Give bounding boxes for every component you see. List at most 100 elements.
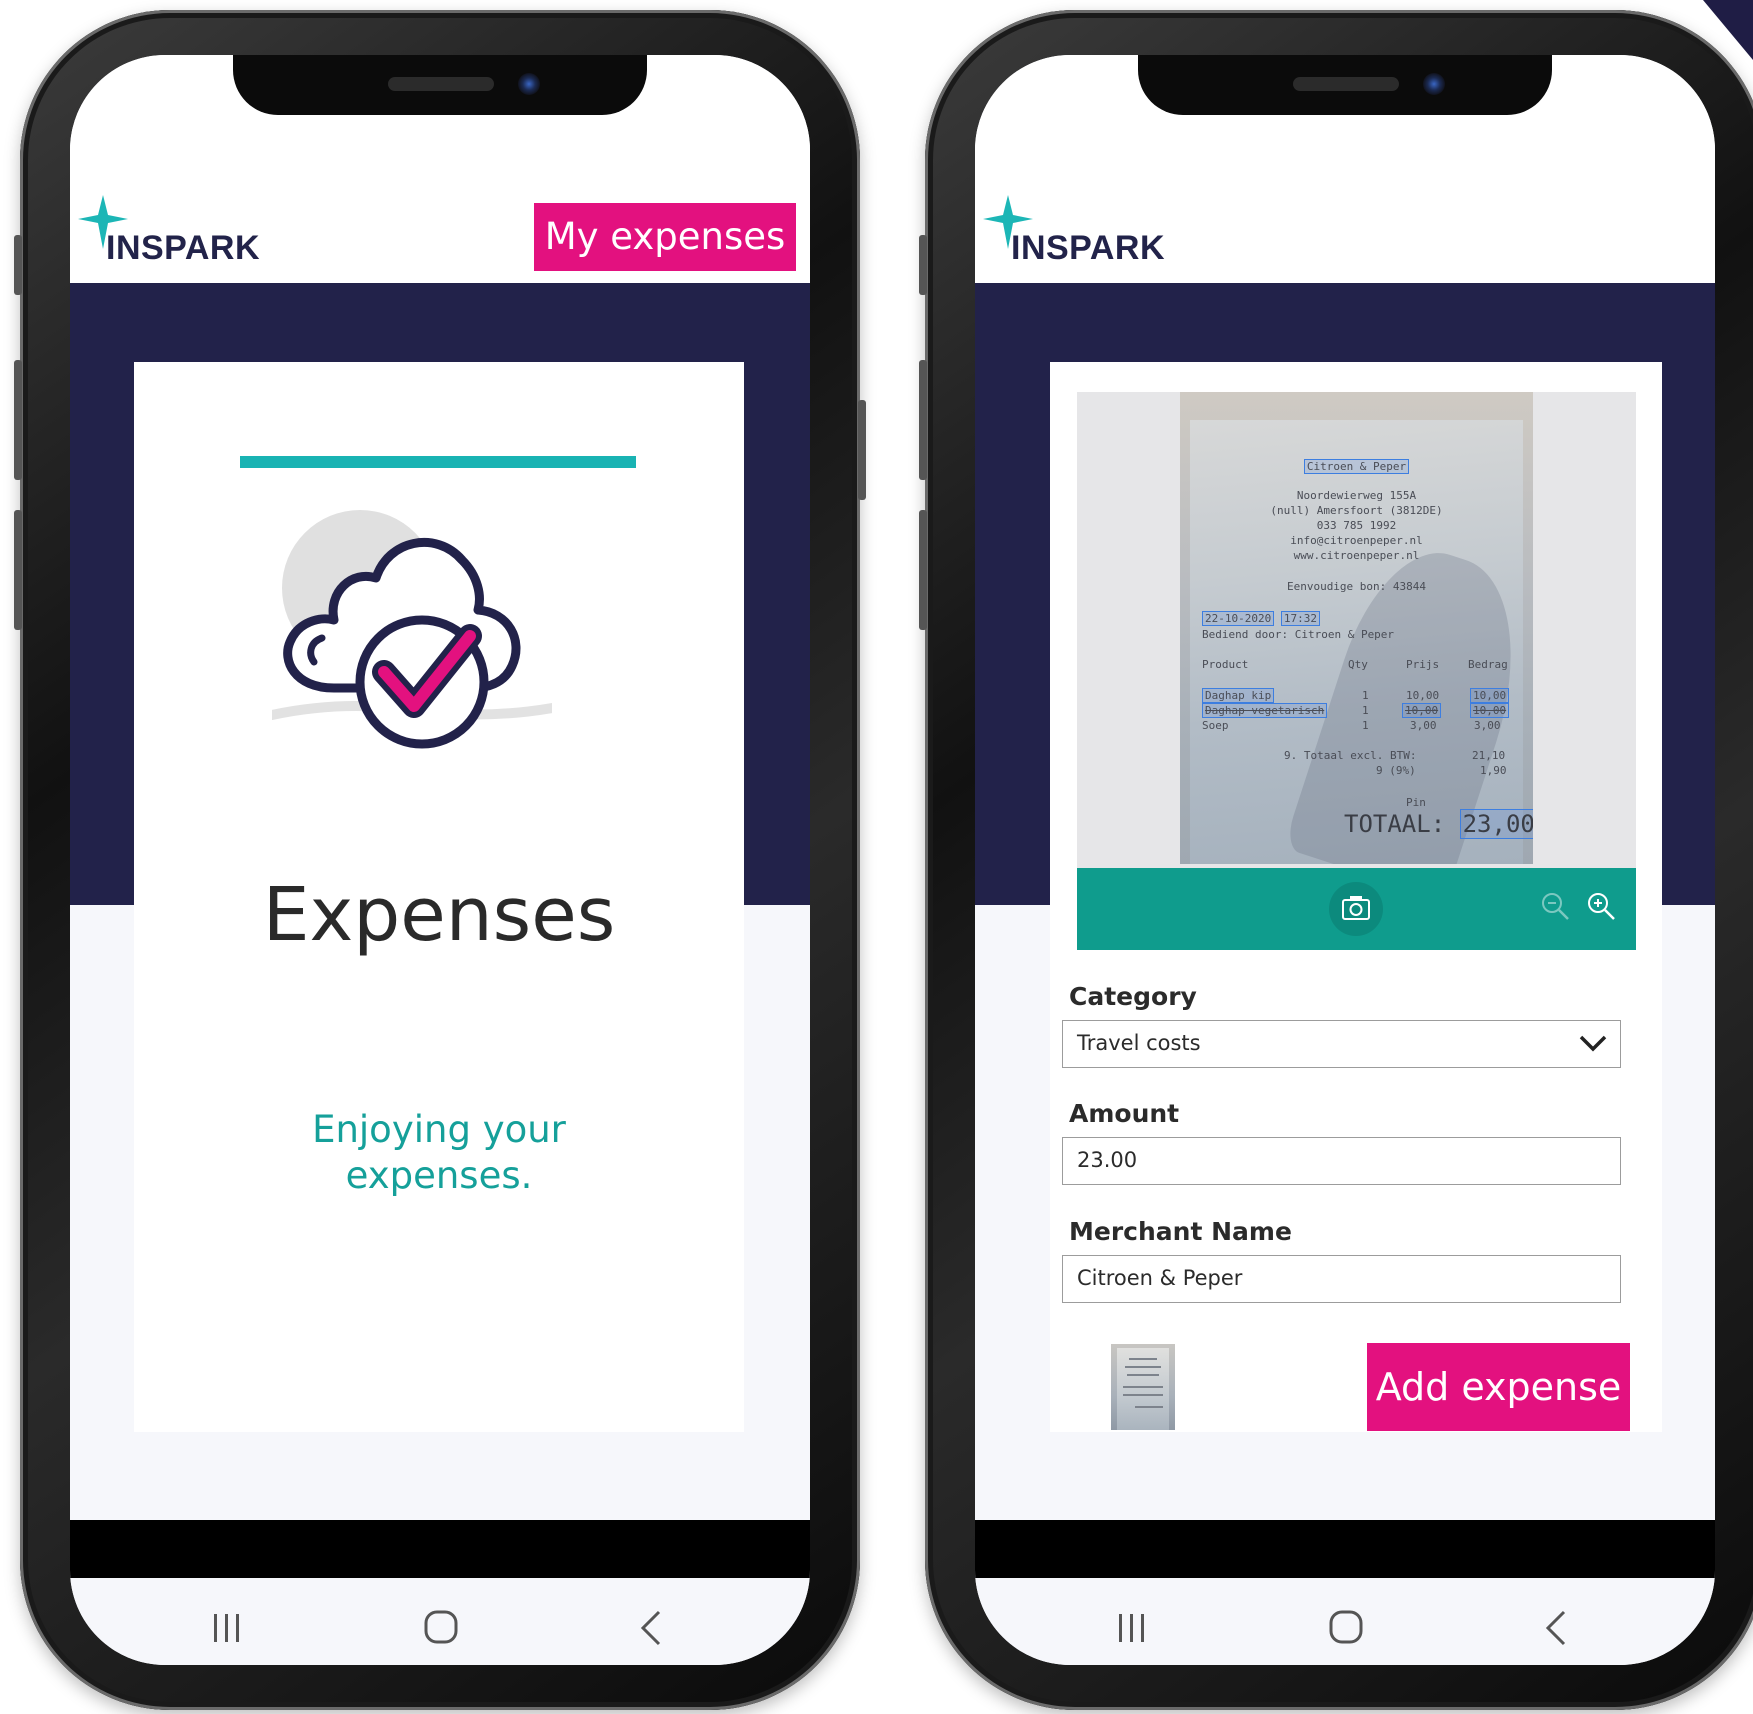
phone-right: INSPARK Citroen & Peper Noordewierweg 15… <box>919 10 1753 1710</box>
thumbnail-line <box>1127 1374 1159 1376</box>
speaker <box>1293 77 1399 91</box>
receipt-vat-label: 9 (9%) <box>1376 764 1416 777</box>
receipt-served-by: Bediend door: Citroen & Peper <box>1202 628 1395 641</box>
recents-icon[interactable] <box>212 1612 242 1644</box>
receipt-thumbnail[interactable] <box>1111 1344 1175 1430</box>
receipt-subtotal-label: 9. Totaal excl. BTW: <box>1284 749 1417 762</box>
system-nav-bar <box>975 1578 1715 1665</box>
thumbnail-line <box>1135 1406 1163 1408</box>
receipt-item-qty: 1 <box>1362 689 1369 702</box>
thumbnail-line <box>1125 1366 1161 1368</box>
chevron-down-icon <box>1579 1035 1607 1052</box>
zoom-out-icon[interactable] <box>1539 890 1571 922</box>
receipt-vat-value: 1,90 <box>1480 764 1507 777</box>
cloud-check-icon <box>272 510 552 749</box>
expense-form-card: Citroen & Peper Noordewierweg 155A (null… <box>1050 362 1662 1432</box>
category-label: Category <box>1069 982 1197 1011</box>
page-title: Expenses <box>262 872 616 958</box>
receipt-item-amount: 10,00 <box>1470 703 1510 718</box>
logo-text: INSPARK <box>106 229 260 267</box>
camera-icon <box>1342 896 1370 920</box>
receipt-total-value: 23,00 <box>1459 809 1533 839</box>
thumbnail-line <box>1123 1394 1163 1396</box>
phone-left: INSPARK My expenses Expenses Enjoying yo… <box>14 10 866 1710</box>
home-icon[interactable] <box>1329 1610 1363 1644</box>
receipt-item-row: Daghap kip <box>1202 688 1275 703</box>
thumbnail-paper <box>1117 1348 1169 1430</box>
side-button <box>858 400 866 500</box>
category-select[interactable]: Travel costs <box>1062 1020 1621 1068</box>
front-camera <box>518 73 540 95</box>
receipt-item-price-row: 10,00 <box>1402 703 1442 718</box>
receipt-col-price: Prijs <box>1406 658 1440 671</box>
receipt-item-price: 10,00 <box>1402 703 1442 718</box>
receipt-photo: Citroen & Peper Noordewierweg 155A (null… <box>1180 392 1533 864</box>
receipt-subtotal-value: 21,10 <box>1472 749 1506 762</box>
logo-text: INSPARK <box>1011 229 1165 267</box>
receipt-total-label: TOTAAL: <box>1344 810 1446 838</box>
receipt-address-line: Noordewierweg 155A <box>1296 489 1417 502</box>
receipt-total-row: TOTAAL: 23,00 <box>1344 809 1533 839</box>
receipt-col-qty: Qty <box>1348 658 1368 671</box>
receipt-item-price: 3,00 <box>1410 719 1437 732</box>
side-button <box>14 235 22 295</box>
zoom-in-icon[interactable] <box>1585 890 1617 922</box>
inspark-logo[interactable]: INSPARK <box>74 193 294 273</box>
screen-right: INSPARK Citroen & Peper Noordewierweg 15… <box>975 55 1715 1665</box>
home-icon[interactable] <box>424 1610 458 1644</box>
receipt-payment: Pin <box>1406 796 1426 809</box>
welcome-card: Expenses Enjoying your expenses. <box>134 362 744 1432</box>
receipt-item-qty: 1 <box>1362 719 1369 732</box>
receipt-item-amount-row: 10,00 <box>1470 688 1510 703</box>
thumbnail-line <box>1123 1386 1163 1388</box>
receipt-viewer[interactable]: Citroen & Peper Noordewierweg 155A (null… <box>1077 392 1636 950</box>
category-value: Travel costs <box>1077 1031 1201 1055</box>
receipt-datetime: 22-10-2020 17:32 <box>1202 611 1320 626</box>
receipt-merchant-row: Citroen & Peper <box>1180 459 1533 474</box>
receipt-date: 22-10-2020 <box>1202 611 1275 626</box>
receipt-address-line: info@citroenpeper.nl <box>1290 534 1423 547</box>
receipt-item-qty: 1 <box>1362 704 1369 717</box>
thumbnail-line <box>1129 1358 1157 1360</box>
notch <box>233 55 647 115</box>
receipt-address-line: (null) Amersfoort (3812DE) <box>1270 504 1443 517</box>
receipt-time: 17:32 <box>1280 611 1320 626</box>
viewer-toolbar <box>1077 868 1636 950</box>
accent-bar <box>240 456 636 468</box>
my-expenses-button[interactable]: My expenses <box>534 203 796 271</box>
side-button <box>14 360 22 480</box>
merchant-label: Merchant Name <box>1069 1217 1292 1246</box>
recents-icon[interactable] <box>1117 1612 1147 1644</box>
bottom-strip <box>975 1520 1715 1578</box>
side-button <box>14 510 22 630</box>
merchant-input[interactable]: Citroen & Peper <box>1062 1255 1621 1303</box>
back-icon[interactable] <box>1545 1610 1567 1646</box>
side-button <box>919 235 927 295</box>
retake-photo-button[interactable] <box>1329 882 1383 936</box>
inspark-logo[interactable]: INSPARK <box>979 193 1199 273</box>
notch <box>1138 55 1552 115</box>
amount-input[interactable]: 23.00 <box>1062 1137 1621 1185</box>
receipt-item-name: Soep <box>1202 719 1229 732</box>
bottom-strip <box>70 1520 810 1578</box>
receipt-col-amount: Bedrag <box>1468 658 1508 671</box>
back-icon[interactable] <box>640 1610 662 1646</box>
amount-label: Amount <box>1069 1099 1180 1128</box>
add-expense-button[interactable]: Add expense <box>1367 1343 1630 1431</box>
system-nav-bar <box>70 1578 810 1665</box>
side-button <box>919 510 927 630</box>
side-button <box>919 360 927 480</box>
front-camera <box>1423 73 1445 95</box>
receipt-col-product: Product <box>1202 658 1249 671</box>
receipt-item-price: 10,00 <box>1406 689 1440 702</box>
speaker <box>388 77 494 91</box>
receipt-item-amount: 10,00 <box>1470 688 1510 703</box>
receipt-item-name: Daghap kip <box>1202 688 1275 703</box>
receipt-merchant: Citroen & Peper <box>1303 459 1410 474</box>
subtitle: Enjoying your expenses. <box>312 1108 566 1197</box>
receipt-bon: Eenvoudige bon: 43844 <box>1286 580 1427 593</box>
receipt-item-amount: 3,00 <box>1474 719 1501 732</box>
receipt-item-name: Daghap vegetarisch <box>1202 703 1328 718</box>
receipt-address-line: www.citroenpeper.nl <box>1293 549 1420 562</box>
screen-left: INSPARK My expenses Expenses Enjoying yo… <box>70 55 810 1665</box>
